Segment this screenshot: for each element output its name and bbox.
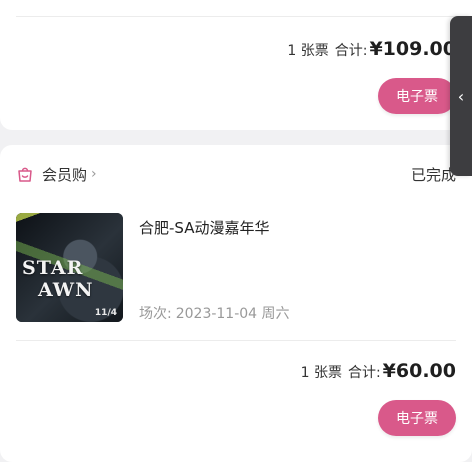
session-value: 2023-11-04 周六 xyxy=(175,306,290,322)
total-label: 合计: xyxy=(334,43,368,59)
poster-title: STAR AWN xyxy=(22,257,94,301)
order-total-row: 1 张票 合计: ¥109.00 xyxy=(287,38,456,60)
ticket-count: 1 张票 xyxy=(300,365,342,381)
e-ticket-button[interactable]: 电子票 xyxy=(378,400,456,436)
session-label: 场次: xyxy=(139,306,172,322)
total-amount: ¥60.00 xyxy=(382,360,456,382)
ticket-count: 1 张票 xyxy=(287,43,329,59)
poster-date: 11/4 xyxy=(94,308,117,318)
divider xyxy=(16,340,456,341)
member-shop-link[interactable]: 会员购 xyxy=(42,164,87,185)
shopping-bag-icon xyxy=(18,167,32,182)
event-title[interactable]: 合肥-SA动漫嘉年华 xyxy=(139,217,269,238)
chevron-right-icon: › xyxy=(91,166,97,182)
divider xyxy=(16,16,456,17)
order-header: 会员购 › 已完成 xyxy=(16,163,456,185)
order-total-row: 1 张票 合计: ¥60.00 xyxy=(301,360,456,382)
event-poster[interactable]: STAR AWN 11/4 xyxy=(16,213,123,322)
e-ticket-button[interactable]: 电子票 xyxy=(378,78,456,114)
session-info: 场次: 2023-11-04 周六 xyxy=(139,303,290,323)
side-drawer-handle[interactable]: ‹ xyxy=(450,16,472,176)
order-card-top: 1 张票 合计: ¥109.00 电子票 xyxy=(0,0,472,130)
chevron-left-icon: ‹ xyxy=(457,86,465,106)
total-label: 合计: xyxy=(347,365,381,381)
total-amount: ¥109.00 xyxy=(369,38,456,60)
order-card: 会员购 › 已完成 STAR AWN 11/4 合肥-SA动漫嘉年华 场次: 20… xyxy=(0,145,472,462)
